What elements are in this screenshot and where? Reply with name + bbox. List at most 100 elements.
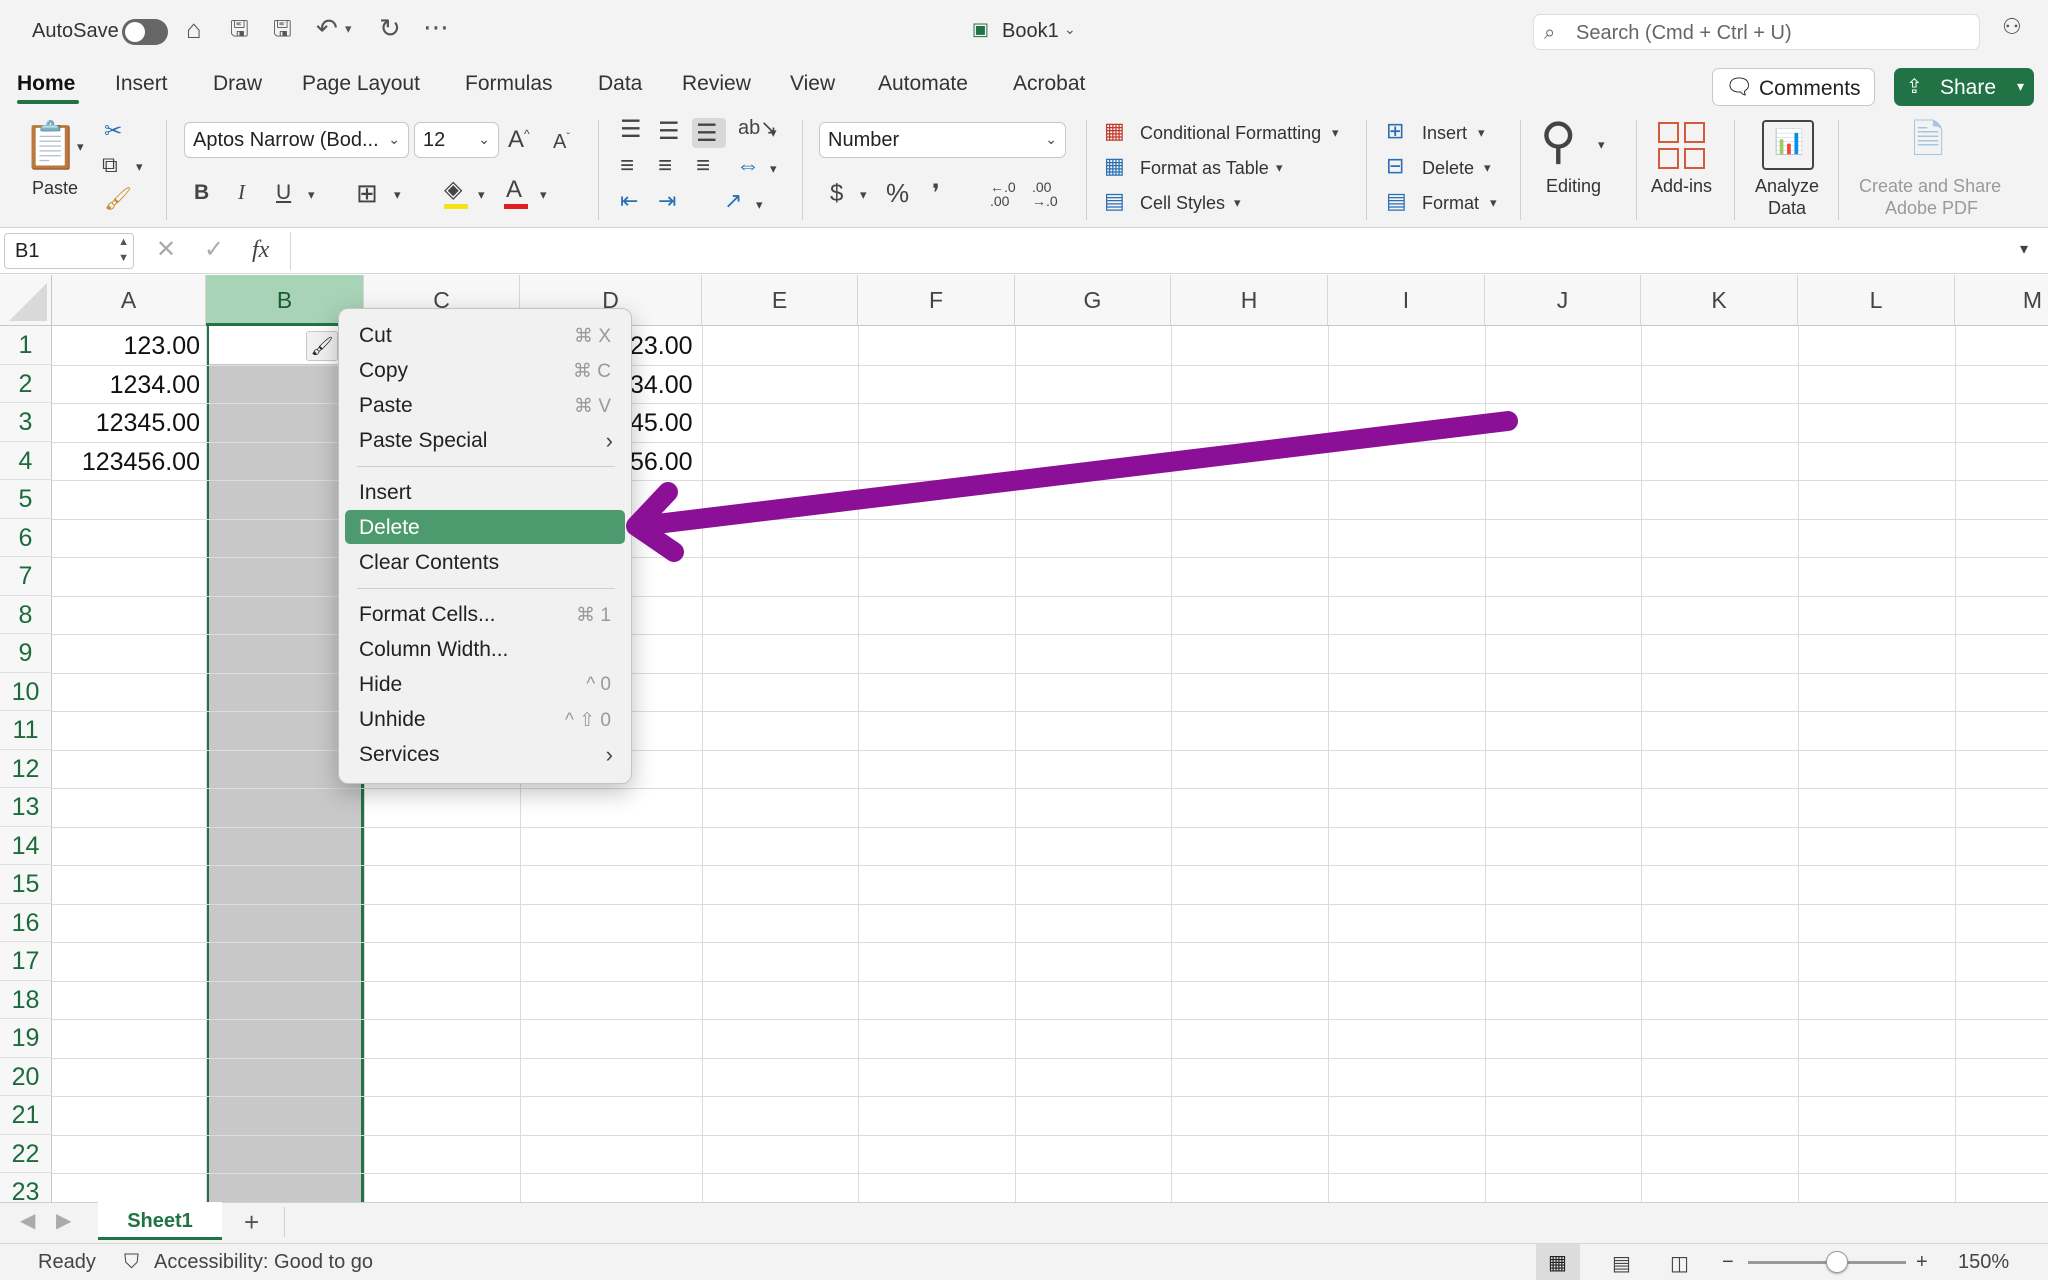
- delete-cells-button[interactable]: Delete: [1422, 158, 1474, 179]
- page-break-view-icon[interactable]: ◫: [1670, 1251, 1689, 1276]
- zoom-in-icon[interactable]: +: [1916, 1251, 1928, 1274]
- save-icon[interactable]: 🖫: [230, 18, 249, 40]
- menu-item-services[interactable]: Services ›: [345, 737, 625, 771]
- row-header-11[interactable]: 11: [0, 711, 52, 750]
- italic-button[interactable]: I: [238, 182, 245, 203]
- redo-icon[interactable]: ↻: [379, 15, 401, 41]
- row-header-19[interactable]: 19: [0, 1019, 52, 1058]
- cell-styles-button[interactable]: Cell Styles: [1140, 193, 1225, 214]
- column-header-g[interactable]: G: [1015, 275, 1171, 326]
- menu-item-cut[interactable]: Cut ⌘ X: [345, 318, 625, 352]
- row-header-22[interactable]: 22: [0, 1134, 52, 1173]
- align-right-icon[interactable]: ≡: [696, 154, 710, 178]
- row-header-6[interactable]: 6: [0, 518, 52, 557]
- column-header-j[interactable]: J: [1485, 275, 1641, 326]
- menu-item-delete[interactable]: Delete: [345, 510, 625, 544]
- column-header-f[interactable]: F: [858, 275, 1015, 326]
- row-header-17[interactable]: 17: [0, 942, 52, 981]
- undo-dropdown-icon[interactable]: ▾: [345, 22, 352, 35]
- bold-button[interactable]: B: [194, 182, 209, 203]
- column-header-h[interactable]: H: [1171, 275, 1328, 326]
- text-direction-chevron-down-icon[interactable]: ▾: [756, 198, 763, 211]
- row-header-2[interactable]: 2: [0, 364, 52, 403]
- decrease-indent-icon[interactable]: ⇤: [620, 190, 638, 212]
- fill-chevron-down-icon[interactable]: ▾: [478, 188, 485, 201]
- tab-automate[interactable]: Automate: [878, 72, 968, 96]
- align-bottom-icon[interactable]: ☰: [696, 122, 718, 146]
- format-as-table-button[interactable]: Format as Table: [1140, 158, 1269, 179]
- zoom-out-icon[interactable]: −: [1722, 1251, 1734, 1274]
- borders-chevron-down-icon[interactable]: ▾: [394, 188, 401, 201]
- undo-icon[interactable]: ↶: [316, 15, 338, 41]
- copy-chevron-down-icon[interactable]: ▾: [136, 160, 143, 173]
- add-ins-icon[interactable]: [1658, 122, 1706, 170]
- cell-d1[interactable]: 23.00: [630, 332, 693, 361]
- format-chevron-down-icon[interactable]: ▾: [1490, 196, 1497, 209]
- editing-button[interactable]: Editing: [1546, 176, 1601, 197]
- row-header-20[interactable]: 20: [0, 1057, 52, 1096]
- fill-color-icon[interactable]: ◈: [444, 178, 462, 202]
- sheet-tab-sheet1[interactable]: Sheet1: [98, 1202, 222, 1240]
- home-icon[interactable]: ⌂: [186, 16, 202, 42]
- analyze-data-label-1[interactable]: Analyze: [1755, 176, 1819, 197]
- next-sheet-icon[interactable]: ▶: [56, 1211, 71, 1231]
- format-as-table-icon[interactable]: ▦: [1104, 155, 1125, 177]
- cell-styles-icon[interactable]: ▤: [1104, 190, 1125, 212]
- enter-icon[interactable]: ✓: [204, 238, 224, 262]
- tab-acrobat[interactable]: Acrobat: [1013, 72, 1085, 96]
- tab-page-layout[interactable]: Page Layout: [302, 72, 420, 96]
- font-size-select[interactable]: 12 ⌄: [414, 122, 499, 158]
- tab-insert[interactable]: Insert: [115, 72, 168, 96]
- expand-formula-bar-icon[interactable]: ▾: [2020, 242, 2028, 258]
- column-header-l[interactable]: L: [1798, 275, 1955, 326]
- wrap-chevron-down-icon[interactable]: ▾: [770, 162, 777, 175]
- row-header-1[interactable]: 1: [0, 326, 52, 365]
- document-title[interactable]: Book1: [1002, 20, 1059, 43]
- comments-button[interactable]: 🗨 Comments: [1712, 68, 1875, 106]
- analyze-data-icon[interactable]: 📊: [1762, 120, 1814, 170]
- row-header-15[interactable]: 15: [0, 865, 52, 904]
- menu-item-format-cells[interactable]: Format Cells... ⌘ 1: [345, 597, 625, 631]
- font-color-icon[interactable]: A: [506, 178, 522, 202]
- row-header-13[interactable]: 13: [0, 788, 52, 827]
- row-header-12[interactable]: 12: [0, 749, 52, 788]
- column-header-k[interactable]: K: [1641, 275, 1798, 326]
- row-header-3[interactable]: 3: [0, 403, 52, 442]
- conditional-formatting-button[interactable]: Conditional Formatting: [1140, 123, 1321, 144]
- row-header-18[interactable]: 18: [0, 980, 52, 1019]
- insert-cells-icon[interactable]: ⊞: [1386, 120, 1404, 142]
- row-header-8[interactable]: 8: [0, 595, 52, 634]
- cell-d3[interactable]: 45.00: [630, 409, 693, 438]
- menu-item-column-width[interactable]: Column Width...: [345, 632, 625, 666]
- tab-draw[interactable]: Draw: [213, 72, 262, 96]
- cell-styles-chevron-down-icon[interactable]: ▾: [1234, 196, 1241, 209]
- align-middle-icon[interactable]: ☰: [658, 120, 680, 144]
- insert-cells-button[interactable]: Insert: [1422, 123, 1467, 144]
- format-cells-icon[interactable]: ▤: [1386, 190, 1407, 212]
- row-header-9[interactable]: 9: [0, 634, 52, 673]
- cell-a3[interactable]: 12345.00: [52, 409, 200, 438]
- prev-sheet-icon[interactable]: ◀: [20, 1211, 35, 1231]
- font-color-chevron-down-icon[interactable]: ▾: [540, 188, 547, 201]
- menu-item-paste[interactable]: Paste ⌘ V: [345, 388, 625, 422]
- row-header-23[interactable]: 23: [0, 1173, 52, 1202]
- format-cells-button[interactable]: Format: [1422, 193, 1479, 214]
- column-header-e[interactable]: E: [702, 275, 858, 326]
- save-as-icon[interactable]: 🖫: [273, 18, 292, 40]
- cancel-icon[interactable]: ✕: [156, 238, 176, 262]
- decrease-font-size-icon[interactable]: Aˇ: [553, 132, 570, 152]
- text-direction-icon[interactable]: ↗: [724, 190, 742, 212]
- cell-d4[interactable]: 56.00: [630, 448, 693, 477]
- row-header-16[interactable]: 16: [0, 903, 52, 942]
- insert-chevron-down-icon[interactable]: ▾: [1478, 126, 1485, 139]
- insert-function-button[interactable]: fx: [252, 238, 269, 262]
- more-icon[interactable]: ⋯: [423, 14, 449, 40]
- cell-a1[interactable]: 123.00: [52, 332, 200, 361]
- title-chevron-down-icon[interactable]: ⌄: [1064, 22, 1076, 36]
- name-box[interactable]: B1 ▲ ▼: [4, 233, 134, 269]
- align-center-icon[interactable]: ≡: [658, 154, 672, 178]
- percent-button[interactable]: %: [886, 180, 909, 206]
- editing-chevron-down-icon[interactable]: ▾: [1598, 138, 1605, 151]
- comma-style-button[interactable]: ❜: [932, 182, 940, 206]
- paste-label[interactable]: Paste: [32, 178, 78, 199]
